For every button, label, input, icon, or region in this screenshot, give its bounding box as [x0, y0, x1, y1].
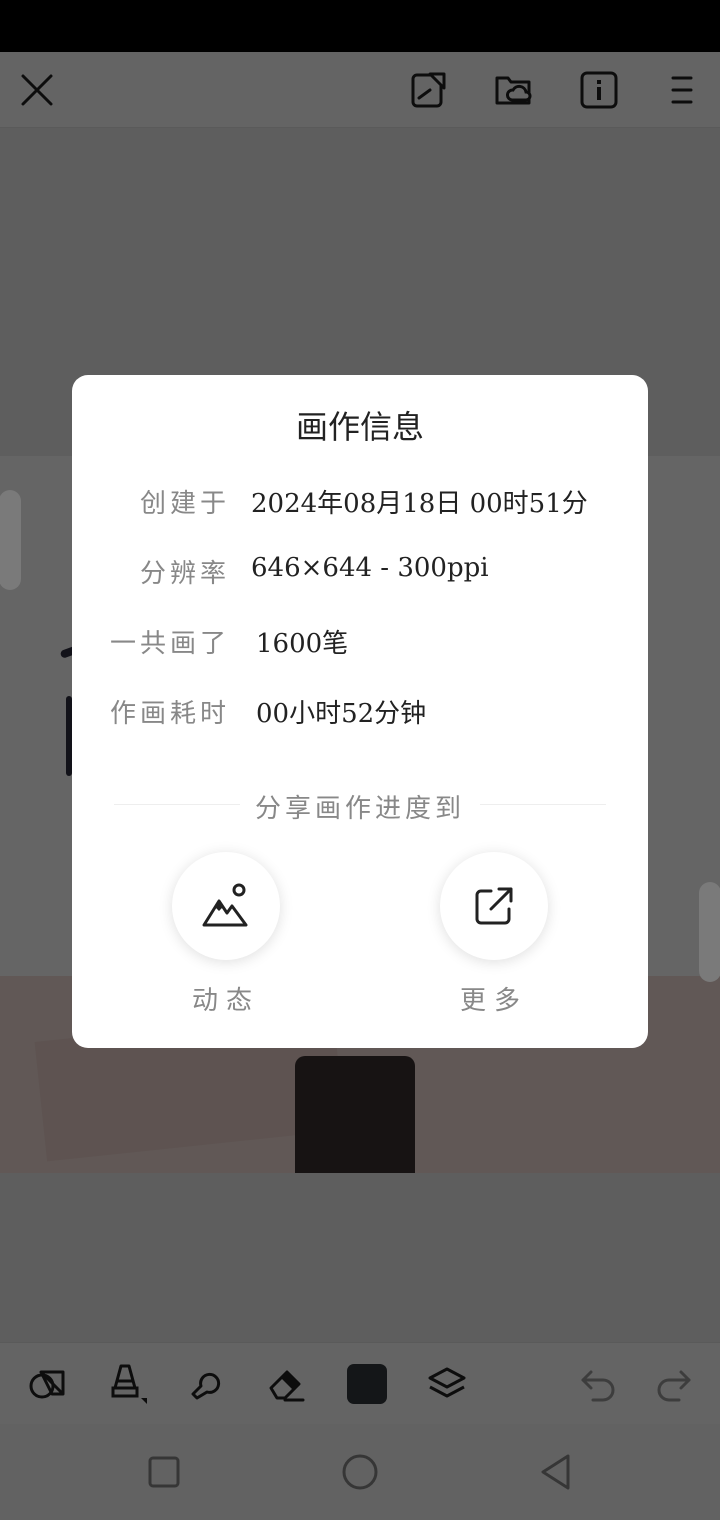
info-value: 646×644 - 300ppi — [251, 553, 489, 583]
share-label-moments: 动态 — [191, 986, 260, 1016]
dialog-title: 画作信息 — [295, 408, 424, 446]
share-more-button[interactable] — [440, 852, 548, 960]
info-row-resolution: 分辨率 646×644 - 300ppi — [0, 553, 720, 593]
info-label: 作画耗时 — [109, 699, 230, 729]
share-label-more: 更多 — [459, 986, 528, 1016]
info-label: 一共画了 — [109, 629, 230, 659]
info-row-strokes: 一共画了 1600笔 — [0, 623, 720, 663]
info-value: 1600笔 — [256, 629, 349, 659]
info-value: 2024年08月18日 00时51分 — [251, 489, 588, 519]
mountain-image-icon — [202, 883, 248, 927]
external-share-icon — [475, 887, 513, 925]
info-row-created: 创建于 2024年08月18日 00时51分 — [0, 483, 720, 523]
info-row-duration: 作画耗时 00小时52分钟 — [0, 693, 720, 733]
info-label: 分辨率 — [139, 559, 230, 589]
info-value: 00小时52分钟 — [256, 699, 427, 729]
status-bar — [0, 0, 720, 52]
share-to-moments-button[interactable] — [172, 852, 280, 960]
right-slider-handle[interactable] — [699, 882, 720, 982]
share-section-title: 分享画作进度到 — [254, 794, 465, 824]
info-label: 创建于 — [139, 489, 230, 519]
